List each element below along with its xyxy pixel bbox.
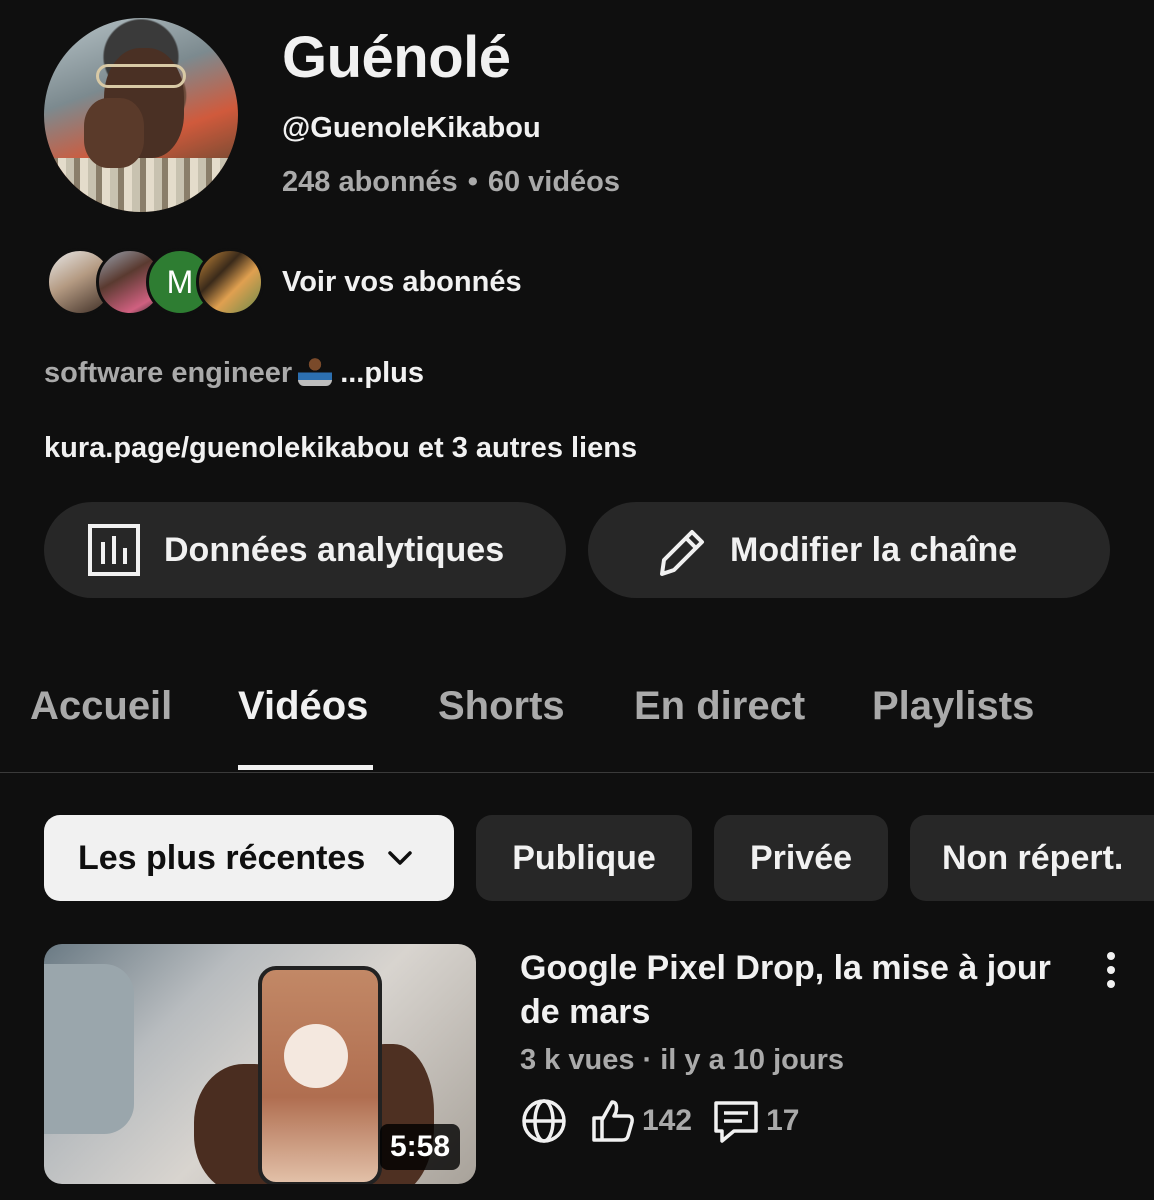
video-duration: 5:58 xyxy=(379,1124,460,1170)
channel-tabs: Accueil Vidéos Shorts En direct Playlist… xyxy=(0,680,1154,773)
subscriber-count: 248 abonnés xyxy=(282,166,458,198)
analytics-button[interactable]: Données analytiques xyxy=(44,502,566,598)
tab-en-direct[interactable]: En direct xyxy=(634,684,805,729)
channel-handle: @GuenoleKikabou xyxy=(282,112,541,144)
tab-videos[interactable]: Vidéos xyxy=(238,684,368,729)
video-stats-row: 142 17 xyxy=(520,1096,819,1146)
channel-links[interactable]: kura.page/guenolekikabou et 3 autres lie… xyxy=(44,432,637,465)
active-tab-indicator xyxy=(238,765,373,770)
video-count: 60 vidéos xyxy=(487,166,621,198)
channel-avatar[interactable] xyxy=(44,18,238,212)
sort-dropdown-label: Les plus récentes xyxy=(78,838,366,877)
video-title[interactable]: Google Pixel Drop, la mise à jour de mar… xyxy=(520,946,1080,1034)
tab-shorts[interactable]: Shorts xyxy=(438,684,565,729)
filter-chip-privee[interactable]: Privée xyxy=(714,815,888,901)
channel-name: Guénolé xyxy=(282,25,511,90)
channel-description[interactable]: software engineer ...plus xyxy=(44,356,424,390)
filter-chip-non-repertoriee[interactable]: Non répert. xyxy=(910,815,1154,901)
globe-icon xyxy=(522,1099,566,1143)
tab-playlists[interactable]: Playlists xyxy=(872,684,1034,729)
video-thumbnail[interactable]: 5:58 xyxy=(44,944,476,1184)
video-meta: 3 k vues · il y a 10 jours xyxy=(520,1044,844,1076)
comment-count: 17 xyxy=(766,1104,800,1137)
subscriber-avatars[interactable]: M xyxy=(46,248,266,316)
more-options-icon[interactable] xyxy=(1096,950,1126,990)
description-text: software engineer xyxy=(44,357,293,389)
channel-stats: 248 abonnés • 60 vidéos xyxy=(282,166,620,199)
sort-dropdown[interactable]: Les plus récentes xyxy=(44,815,454,901)
thumbs-up-icon xyxy=(592,1100,634,1142)
description-more-link[interactable]: ...plus xyxy=(340,357,424,389)
like-count: 142 xyxy=(642,1104,693,1137)
edit-channel-button[interactable]: Modifier la chaîne xyxy=(588,502,1110,598)
chevron-down-icon xyxy=(388,851,412,865)
pencil-icon xyxy=(660,530,704,576)
see-subscribers-link[interactable]: Voir vos abonnés xyxy=(282,266,522,299)
stats-separator: • xyxy=(467,166,478,198)
filter-chip-publique[interactable]: Publique xyxy=(476,815,692,901)
edit-channel-button-label: Modifier la chaîne xyxy=(730,530,1018,569)
analytics-icon xyxy=(88,524,140,576)
technologist-emoji-icon xyxy=(298,356,333,386)
analytics-button-label: Données analytiques xyxy=(164,530,505,569)
comment-icon xyxy=(714,1101,758,1143)
subscriber-avatar xyxy=(196,248,264,316)
tab-accueil[interactable]: Accueil xyxy=(30,684,172,729)
